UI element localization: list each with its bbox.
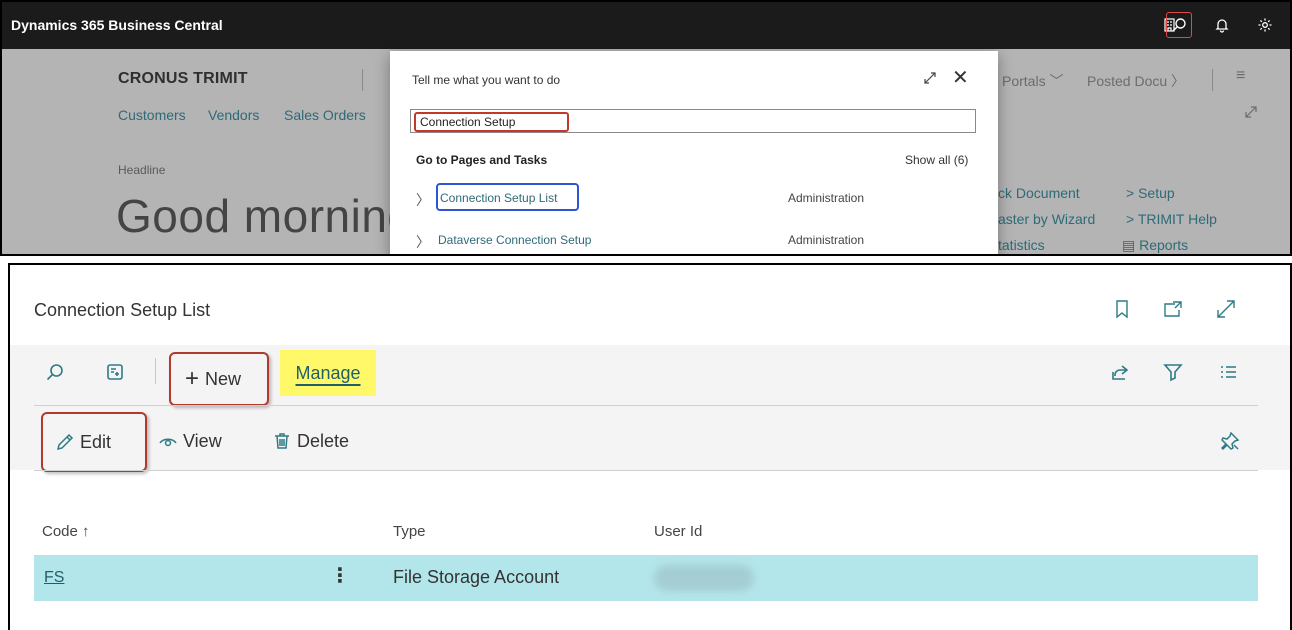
open-new-window-icon[interactable] [1160,297,1184,321]
divider [362,69,363,91]
gear-icon[interactable] [1252,12,1278,38]
search-input[interactable] [414,112,569,132]
pin-icon[interactable] [1217,428,1243,454]
section-title: Go to Pages and Tasks [416,153,548,167]
search-prompt: Tell me what you want to do [412,73,561,87]
search-result-category: Administration [788,191,865,205]
action-setup[interactable]: > Setup [1126,185,1175,201]
search-box[interactable] [410,109,976,133]
action-trimit-help[interactable]: > TRIMIT Help [1126,211,1217,227]
search-result-category: Administration [788,233,865,247]
nav-portals[interactable]: Portals ﹀ [1002,71,1063,91]
action-document[interactable]: ck Document [998,185,1080,201]
list-page: Connection Setup List + New Manage Edit V… [8,263,1292,630]
action-wizard[interactable]: aster by Wizard [998,211,1095,227]
divider [34,405,1258,406]
tell-me-dialog: Tell me what you want to do ✕ Go to Page… [390,51,998,254]
tab-manage[interactable]: Manage [280,350,376,396]
row-menu-icon[interactable]: ⋮ [330,563,350,588]
chevron-right-icon: 〉 [416,234,430,250]
nav-posted-documents[interactable]: Posted Docu 〉 [1087,71,1185,91]
row-type: File Storage Account [393,567,560,587]
column-header-code[interactable]: Code ↑ [42,523,90,540]
divider [155,358,156,384]
plus-icon: + [185,365,200,392]
headline-label: Headline [118,163,166,177]
app-title: Dynamics 365 Business Central [11,17,223,33]
nav-customers[interactable]: Customers [118,107,186,123]
edit-button[interactable]: Edit [41,412,147,472]
app-bar: Dynamics 365 Business Central [2,2,1290,49]
eye-icon [159,438,177,447]
divider [34,470,1258,471]
bell-icon[interactable] [1209,12,1235,38]
divider [1212,69,1213,91]
search-icon[interactable] [42,359,68,385]
share-icon[interactable] [1107,359,1133,385]
table-row[interactable]: FS ⋮ File Storage Account [34,555,1258,601]
sort-ascending-icon: ↑ [82,523,90,540]
nav-sales-orders[interactable]: Sales Orders [284,107,366,123]
hamburger-icon[interactable]: ≡ [1236,67,1245,85]
new-button[interactable]: + New [169,352,269,406]
close-icon[interactable]: ✕ [952,68,969,88]
greeting-headline: Good morning [116,190,414,242]
highlight-callout [436,183,579,211]
filter-icon[interactable] [1160,359,1186,385]
action-reports[interactable]: ▤ Reports [1122,237,1188,254]
row-user-id-redacted [654,565,754,591]
home-panel: Dynamics 365 Business Central CRONUS TRI… [0,0,1292,256]
trash-icon [275,433,289,449]
page-title: Connection Setup List [34,300,211,320]
row-code-link[interactable]: FS [44,569,64,587]
chevron-right-icon: 〉 [416,192,430,208]
column-header-type[interactable]: Type [393,523,426,540]
bookmark-icon[interactable] [1110,297,1134,321]
delete-button[interactable]: Delete [272,428,349,454]
list-view-icon[interactable] [1215,359,1241,385]
list-header: Connection Setup List [10,265,1290,345]
action-statistics[interactable]: tatistics [998,237,1045,253]
nav-vendors[interactable]: Vendors [208,107,259,123]
search-icon[interactable] [1166,12,1192,38]
expand-icon[interactable] [1214,297,1238,321]
list-content [10,470,1290,630]
show-all-link[interactable]: Show all (6) [905,153,968,167]
company-name[interactable]: CRONUS TRIMIT [118,70,248,88]
pencil-icon [56,433,74,451]
filter-pane-icon[interactable] [102,359,128,385]
search-result-label[interactable]: Dataverse Connection Setup [438,233,591,247]
search-result[interactable]: 〉 Dataverse Connection Setup Administrat… [416,227,976,253]
column-header-user-id[interactable]: User Id [654,523,702,540]
expand-icon[interactable] [923,71,937,90]
view-button[interactable]: View [158,428,222,454]
report-icon: ▤ [1122,237,1136,253]
expand-icon[interactable] [1244,105,1258,124]
